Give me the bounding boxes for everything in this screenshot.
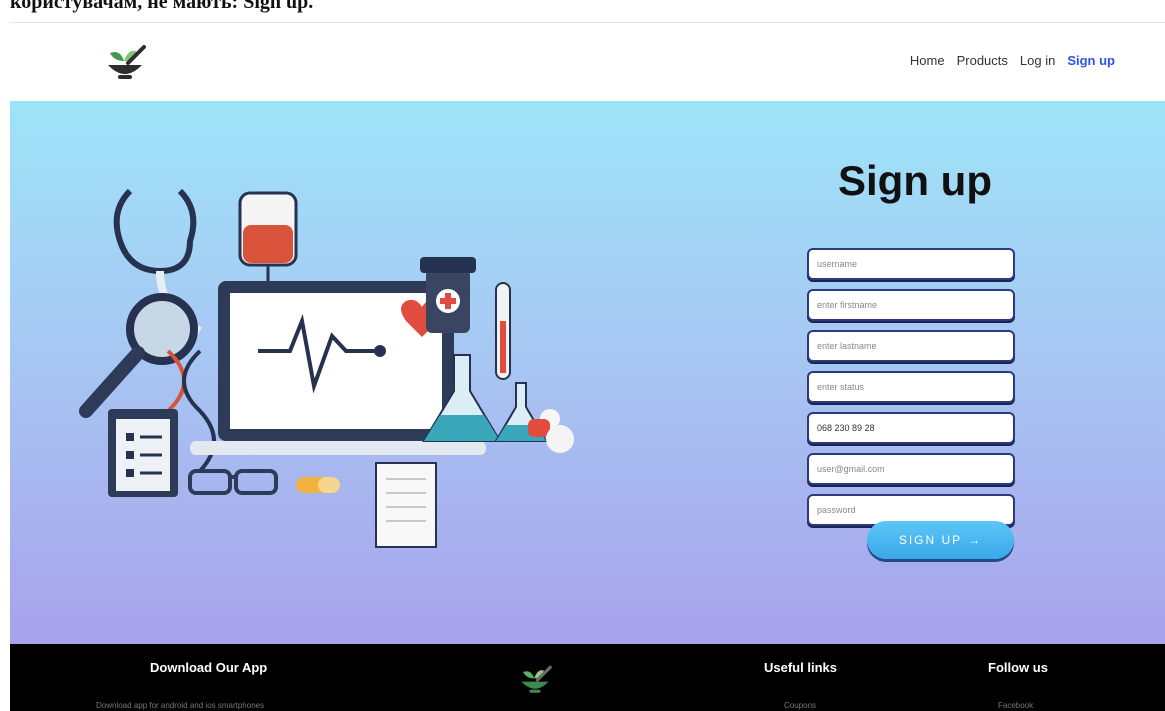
username-field[interactable] xyxy=(807,248,1015,280)
hero-section: Sign up SIGN UP → xyxy=(10,101,1165,644)
lastname-field[interactable] xyxy=(807,330,1015,362)
app-frame: Home Products Log in Sign up Sign up use… xyxy=(10,22,1165,711)
medical-equipment-illustration-icon xyxy=(79,188,574,548)
nav-links: Home Products Log in Sign up xyxy=(910,53,1115,68)
nav-link-signup[interactable]: Sign up xyxy=(1067,53,1115,68)
footer-link-coupons[interactable]: Coupons xyxy=(784,701,816,710)
mortar-pestle-footer-logo-icon xyxy=(521,665,552,693)
footer: Download Our App Download app for androi… xyxy=(10,644,1165,711)
nav-link-products[interactable]: Products xyxy=(957,53,1008,68)
firstname-field[interactable] xyxy=(807,289,1015,321)
mortar-pestle-logo-icon[interactable] xyxy=(100,43,150,83)
footer-follow-heading: Follow us xyxy=(988,660,1048,675)
signup-title: Sign up xyxy=(838,157,992,204)
status-field[interactable] xyxy=(807,371,1015,403)
phone-field[interactable] xyxy=(807,412,1015,444)
footer-app-heading: Download Our App xyxy=(150,660,268,675)
document-caption: користувачам, не мають: Sign up. xyxy=(10,0,314,13)
nav-link-login[interactable]: Log in xyxy=(1020,53,1055,68)
nav-link-home[interactable]: Home xyxy=(910,53,945,68)
footer-link-facebook[interactable]: Facebook xyxy=(998,701,1033,710)
footer-links-heading: Useful links xyxy=(764,660,837,675)
arrow-right-icon: → xyxy=(968,533,983,547)
navbar: Home Products Log in Sign up xyxy=(10,23,1165,101)
signup-button[interactable]: SIGN UP → xyxy=(867,521,1014,559)
footer-app-text: Download app for android and ios smartph… xyxy=(96,701,265,710)
signup-button-label: SIGN UP xyxy=(898,533,963,547)
email-field[interactable] xyxy=(807,453,1015,485)
